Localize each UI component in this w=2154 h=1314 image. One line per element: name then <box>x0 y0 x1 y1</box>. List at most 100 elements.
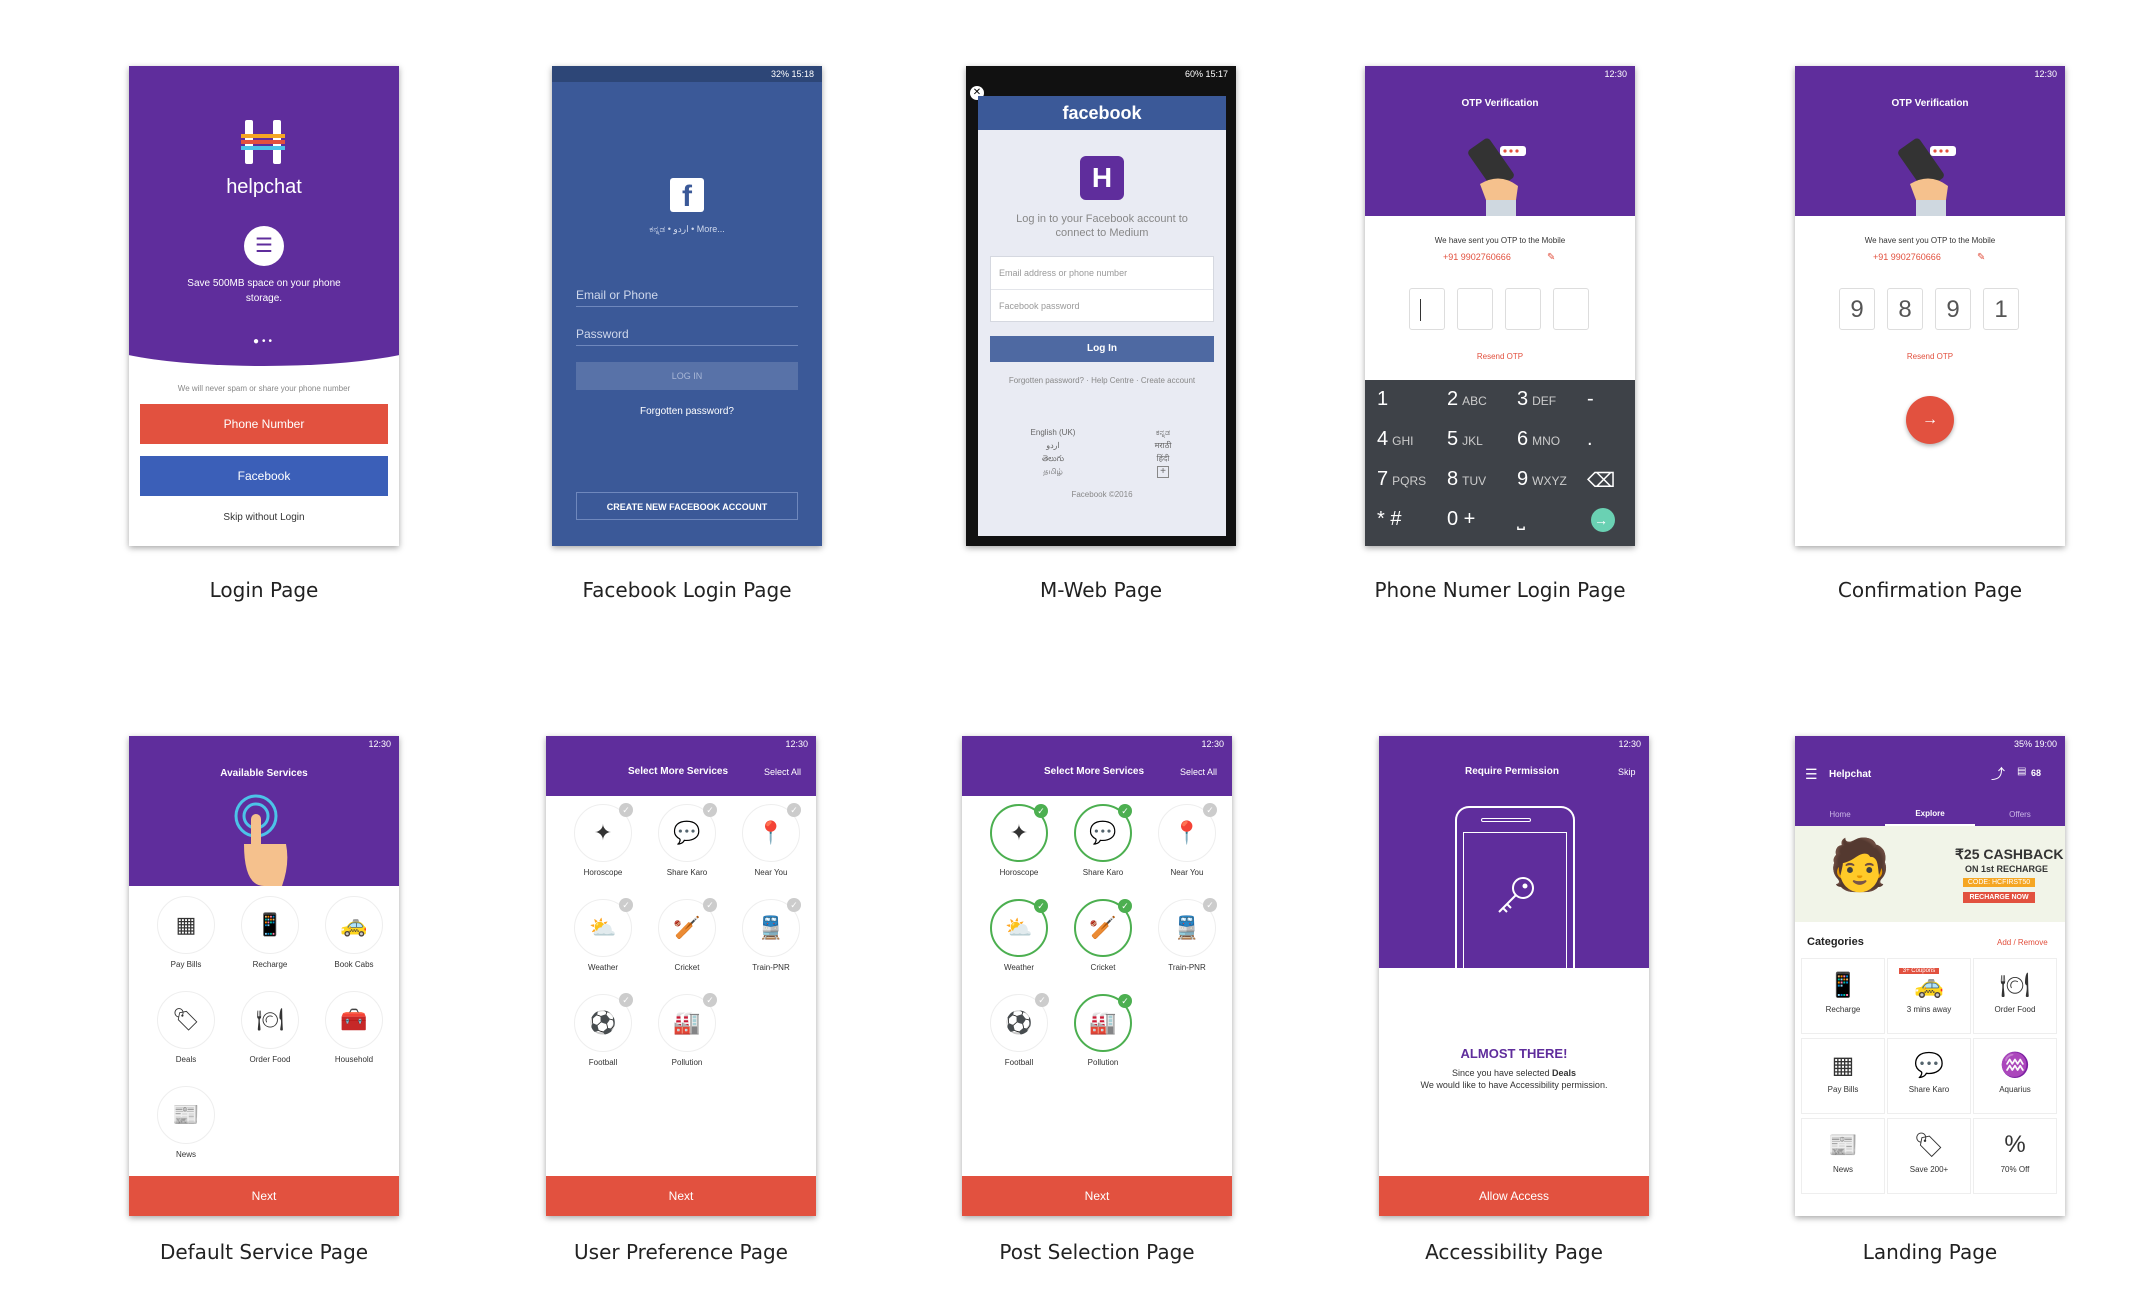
service-weather[interactable]: ⛅ ✓ Weather <box>984 899 1054 972</box>
submit-arrow-button[interactable]: → <box>1906 396 1954 444</box>
cashback-banner[interactable]: 🧑 ₹25 CASHBACK ON 1st RECHARGE CODE: HCF… <box>1795 826 2065 922</box>
check-icon[interactable]: ✓ <box>1035 993 1049 1007</box>
keypad-key[interactable]: → <box>1591 508 1615 532</box>
share-icon[interactable]: ⤴ <box>1991 764 2005 784</box>
phone-number-button[interactable]: Phone Number <box>140 404 388 444</box>
service-pay-bills[interactable]: ▦ Pay Bills <box>151 896 221 969</box>
check-icon[interactable]: ✓ <box>787 898 801 912</box>
next-button[interactable]: Next <box>129 1176 399 1216</box>
category-news[interactable]: 📰 News <box>1801 1118 1885 1194</box>
fb-login-button[interactable]: LOG IN <box>576 362 798 390</box>
tab-home[interactable]: Home <box>1795 804 1885 826</box>
tab-offers[interactable]: Offers <box>1975 804 2065 826</box>
next-button[interactable]: Next <box>546 1176 816 1216</box>
service-horoscope[interactable]: ✦ ✓ Horoscope <box>984 804 1054 877</box>
service-news[interactable]: 📰 News <box>151 1086 221 1159</box>
keypad-key[interactable]: 8 TUV <box>1447 468 1486 491</box>
language-list-right[interactable]: ಕನ್ನಡ मराठी हिंदी + <box>1138 426 1188 478</box>
language-option[interactable]: తెలుగు <box>1018 452 1088 465</box>
otp-digit-input[interactable] <box>1409 288 1445 330</box>
category-order-food[interactable]: 🍽 Order Food <box>1973 958 2057 1034</box>
otp-digit-input[interactable] <box>1553 288 1589 330</box>
service-horoscope[interactable]: ✦ ✓ Horoscope <box>568 803 638 877</box>
category-pay-bills[interactable]: ▦ Pay Bills <box>1801 1038 1885 1114</box>
check-icon[interactable]: ✓ <box>1118 804 1132 818</box>
category-share-karo[interactable]: 💬 Share Karo <box>1887 1038 1971 1114</box>
keypad-key[interactable]: 0 + <box>1447 508 1479 531</box>
resend-otp-link[interactable]: Resend OTP <box>1795 352 2065 361</box>
check-icon[interactable]: ✓ <box>703 803 717 817</box>
language-links[interactable]: ಕನ್ನಡ • اردو • More... <box>552 224 822 235</box>
edit-phone-icon[interactable]: ✎ <box>1977 252 1985 263</box>
next-button[interactable]: Next <box>962 1176 1232 1216</box>
category-recharge[interactable]: 📱 Recharge <box>1801 958 1885 1034</box>
skip-button[interactable]: Skip <box>1618 767 1636 777</box>
fb-password-input[interactable]: Facebook password <box>991 290 1213 322</box>
more-languages-icon[interactable]: + <box>1157 466 1169 478</box>
otp-digit-filled[interactable]: 9 <box>1935 288 1971 330</box>
keypad-key[interactable]: 5 JKL <box>1447 428 1483 451</box>
language-option[interactable]: தமிழ் <box>1018 465 1088 478</box>
service-book-cabs[interactable]: 🚕 Book Cabs <box>319 896 389 969</box>
language-option[interactable]: मराठी <box>1138 439 1188 452</box>
service-recharge[interactable]: 📱 Recharge <box>235 896 305 969</box>
select-all-button[interactable]: Select All <box>764 767 801 777</box>
facebook-button[interactable]: Facebook <box>140 456 388 496</box>
check-icon[interactable]: ✓ <box>787 803 801 817</box>
check-icon[interactable]: ✓ <box>1034 899 1048 913</box>
language-list-left[interactable]: English (UK) اردو తెలుగు தமிழ் <box>1018 426 1088 478</box>
check-icon[interactable]: ✓ <box>619 993 633 1007</box>
check-icon[interactable]: ✓ <box>703 898 717 912</box>
otp-digit-filled[interactable]: 9 <box>1839 288 1875 330</box>
service-football[interactable]: ⚽ ✓ Football <box>568 993 638 1067</box>
email-field[interactable]: Email or Phone <box>576 288 798 307</box>
keypad-key[interactable]: 7 PQRS <box>1377 468 1426 491</box>
service-cricket[interactable]: 🏏 ✓ Cricket <box>652 898 722 972</box>
service-deals[interactable]: 🏷 Deals <box>151 991 221 1064</box>
keypad-key[interactable]: ⎵ <box>1517 508 1529 531</box>
category-save-200[interactable]: 🏷 Save 200+ <box>1887 1118 1971 1194</box>
mweb-login-button[interactable]: Log In <box>990 336 1214 362</box>
keypad-key[interactable]: 1 <box>1377 388 1392 411</box>
select-all-button[interactable]: Select All <box>1180 767 1217 777</box>
check-icon[interactable]: ✓ <box>703 993 717 1007</box>
resend-otp-link[interactable]: Resend OTP <box>1365 352 1635 361</box>
check-icon[interactable]: ✓ <box>1203 898 1217 912</box>
service-weather[interactable]: ⛅ ✓ Weather <box>568 898 638 972</box>
service-near-you[interactable]: 📍 ✓ Near You <box>736 803 806 877</box>
banner-cta[interactable]: RECHARGE NOW <box>1963 892 2035 903</box>
keypad-key[interactable]: . <box>1587 428 1597 451</box>
keypad-key[interactable]: - <box>1587 388 1598 411</box>
skip-login-link[interactable]: Skip without Login <box>129 512 399 523</box>
otp-digit-filled[interactable]: 8 <box>1887 288 1923 330</box>
edit-phone-icon[interactable]: ✎ <box>1547 252 1555 263</box>
otp-digit-input[interactable] <box>1457 288 1493 330</box>
check-icon[interactable]: ✓ <box>1118 994 1132 1008</box>
keypad-key[interactable]: 3 DEF <box>1517 388 1556 411</box>
add-remove-link[interactable]: Add / Remove <box>1997 938 2048 947</box>
keypad-key[interactable]: * # <box>1377 508 1405 531</box>
otp-digit-input[interactable] <box>1505 288 1541 330</box>
keypad-key[interactable]: 4 GHI <box>1377 428 1413 451</box>
language-option[interactable]: ಕನ್ನಡ <box>1138 426 1188 439</box>
check-icon[interactable]: ✓ <box>1203 803 1217 817</box>
create-account-button[interactable]: CREATE NEW FACEBOOK ACCOUNT <box>576 492 798 520</box>
keypad-key[interactable]: ⌫ <box>1587 468 1619 493</box>
password-field[interactable]: Password <box>576 327 798 346</box>
keypad-key[interactable]: 9 WXYZ <box>1517 468 1567 491</box>
menu-icon[interactable]: ☰ <box>1805 766 1818 783</box>
category-3-mins-away[interactable]: 🚕 3 mins away <box>1887 958 1971 1034</box>
service-train-pnr[interactable]: 🚆 ✓ Train-PNR <box>1152 898 1222 972</box>
service-cricket[interactable]: 🏏 ✓ Cricket <box>1068 899 1138 972</box>
allow-access-button[interactable]: Allow Access <box>1379 1176 1649 1216</box>
service-train-pnr[interactable]: 🚆 ✓ Train-PNR <box>736 898 806 972</box>
service-near-you[interactable]: 📍 ✓ Near You <box>1152 803 1222 877</box>
service-pollution[interactable]: 🏭 ✓ Pollution <box>652 993 722 1067</box>
check-icon[interactable]: ✓ <box>619 803 633 817</box>
wallet-icon[interactable]: ▤ <box>2017 766 2026 777</box>
tab-explore[interactable]: Explore <box>1885 804 1975 826</box>
language-option[interactable]: اردو <box>1018 439 1088 452</box>
service-household[interactable]: 🧰 Household <box>319 991 389 1064</box>
keypad-key[interactable]: 6 MNO <box>1517 428 1560 451</box>
service-order-food[interactable]: 🍽 Order Food <box>235 991 305 1064</box>
